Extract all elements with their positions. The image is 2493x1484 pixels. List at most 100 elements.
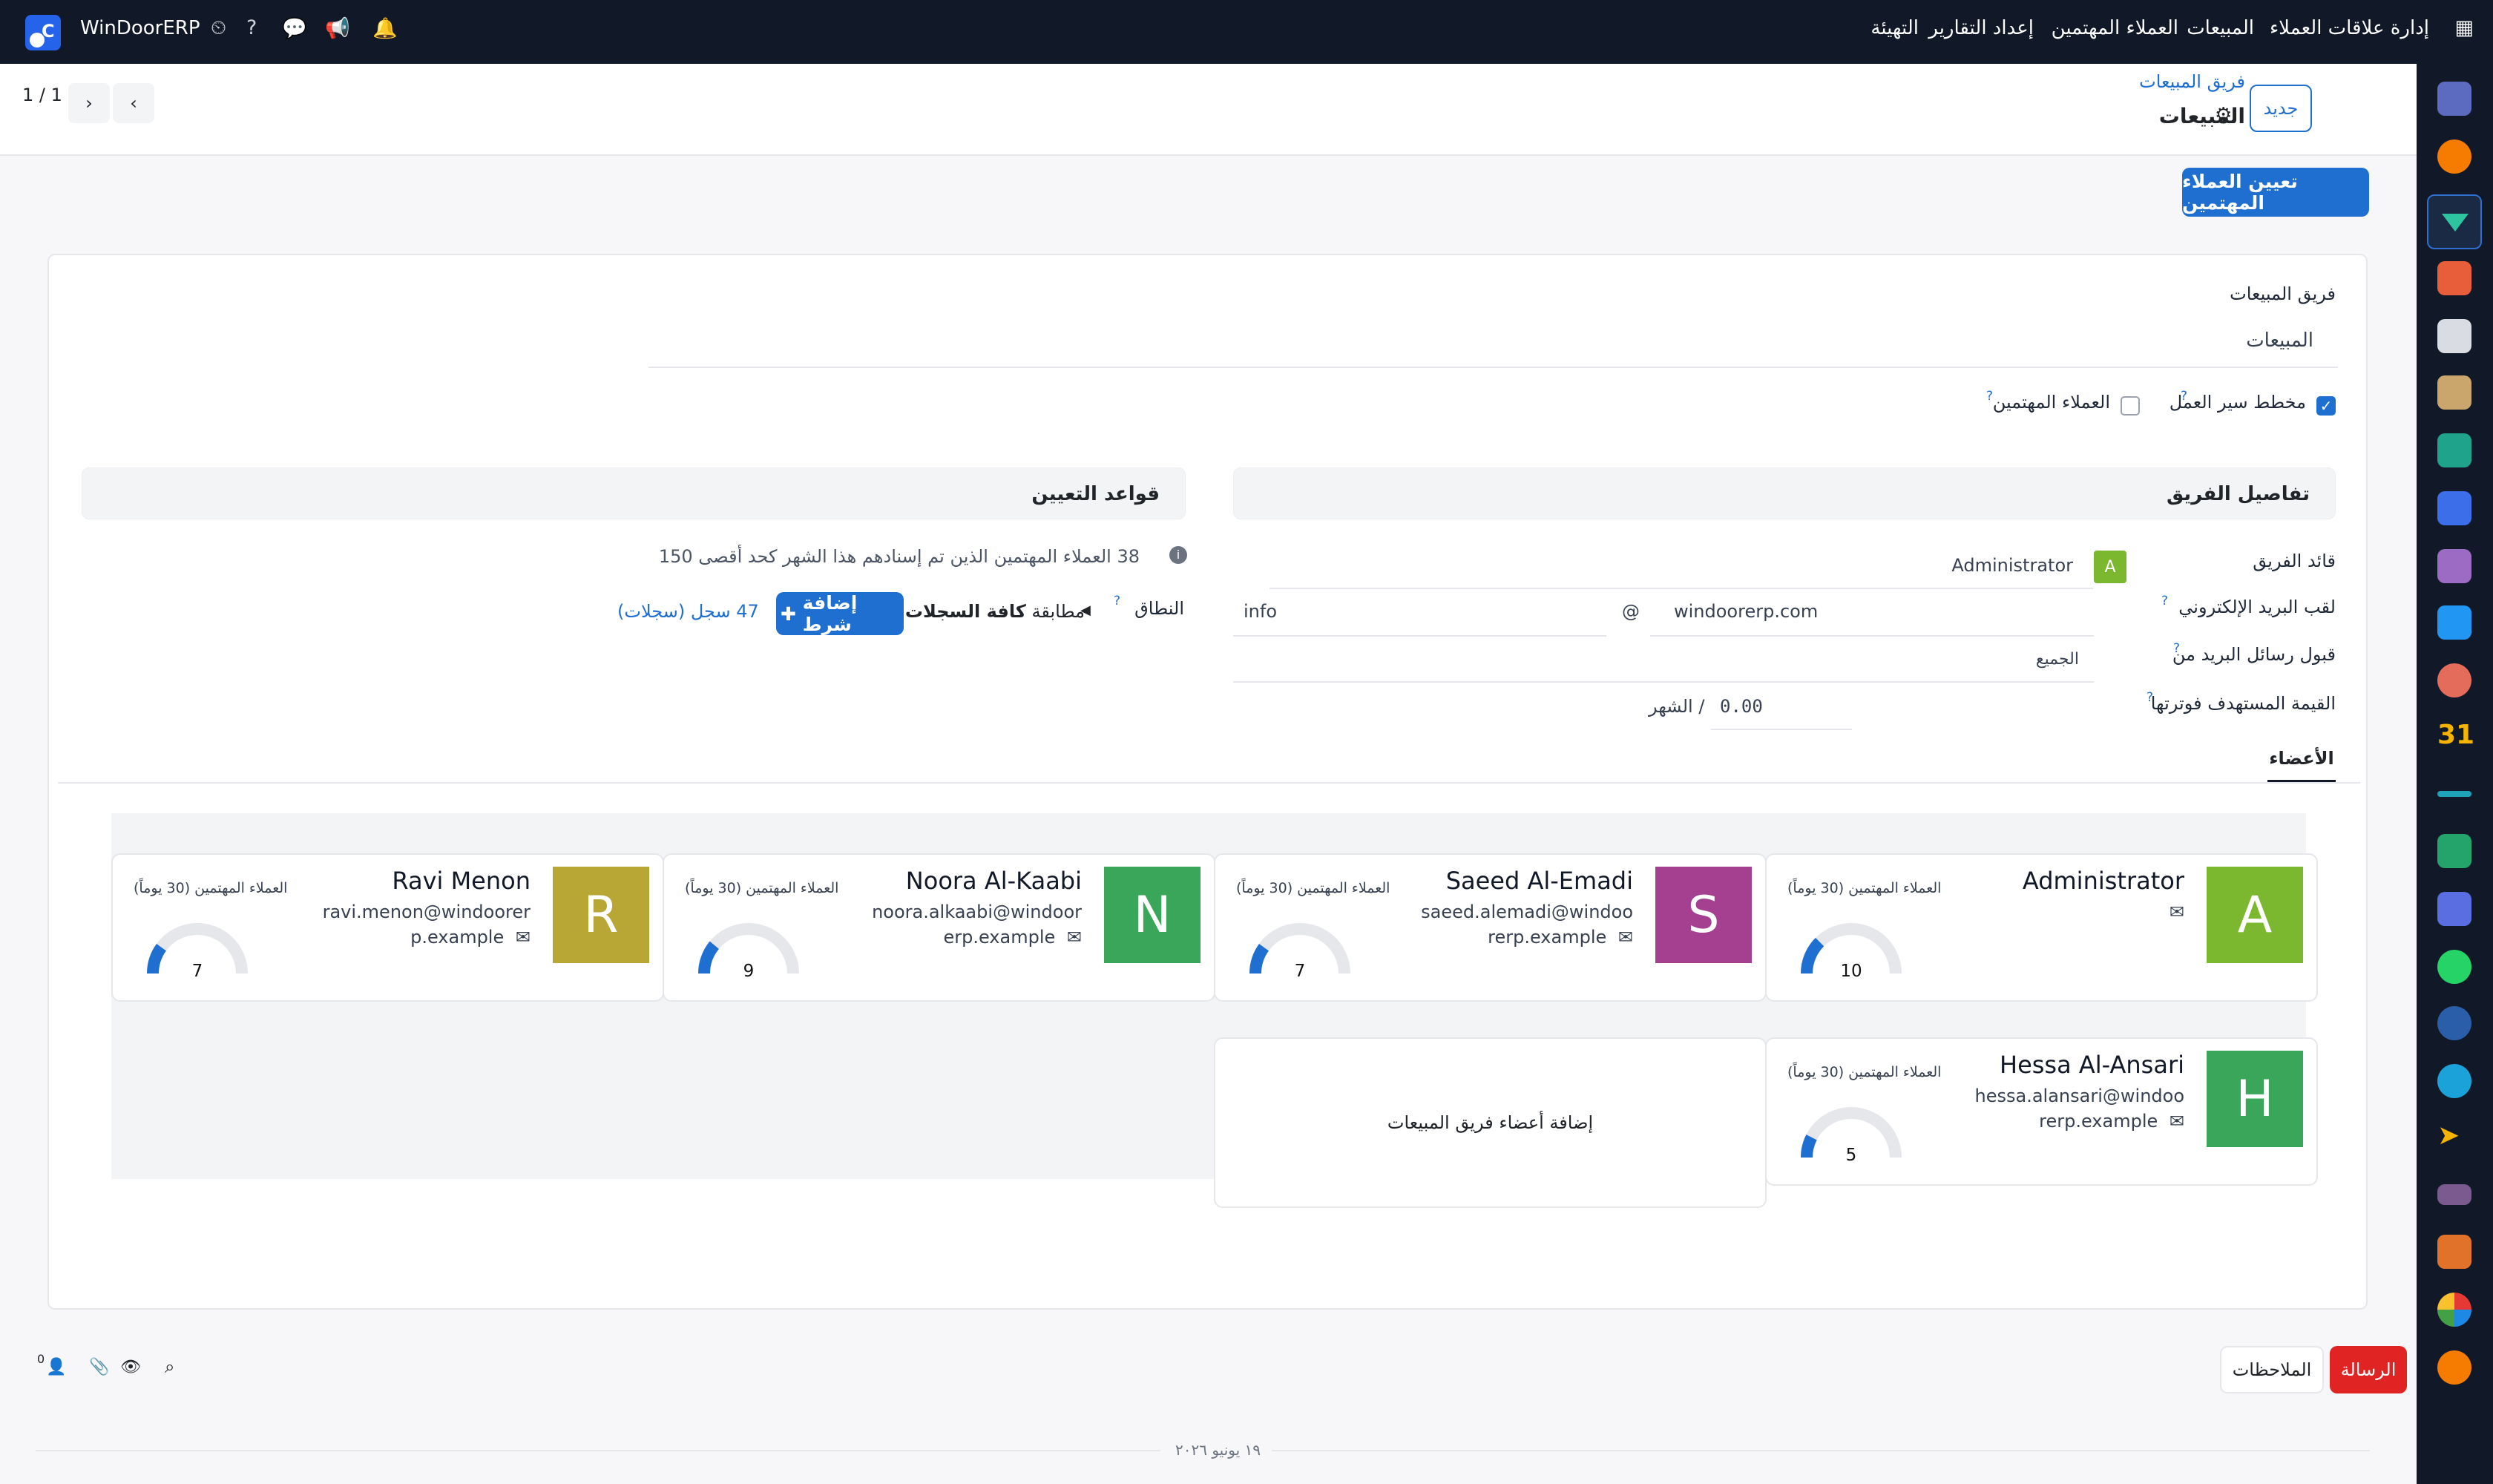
followers-count: 0 [37, 1352, 45, 1366]
paperclip-icon[interactable]: 📎 [89, 1358, 109, 1376]
apps-sidebar: 31 ➤ [2417, 64, 2493, 1484]
product-app-icon[interactable] [2437, 549, 2471, 583]
add-member-label: إضافة أعضاء فريق المبيعات [1387, 1112, 1594, 1133]
member-avatar: H [2207, 1051, 2303, 1147]
member-email: hessa.alansari@windoorerp.example ✉ [1974, 1086, 2184, 1132]
contacts-app-icon[interactable] [2437, 375, 2471, 410]
leader-avatar: A [2094, 551, 2126, 583]
alias-name-underline [1233, 635, 1606, 637]
dashboard-app-icon[interactable] [2437, 892, 2471, 926]
bell-icon[interactable]: 🔔 [372, 16, 398, 40]
member-card[interactable]: R Ravi Menon ravi.menon@windoorerp.examp… [111, 853, 664, 1002]
pie-app-icon[interactable] [2437, 1293, 2471, 1327]
assignment-rules-title: قواعد التعيين [1031, 483, 1160, 505]
team-name-input[interactable]: المبيعات [2246, 329, 2313, 352]
accept-label: قبول رسائل البريد من [2172, 644, 2336, 665]
member-card[interactable]: H Hessa Al-Ansari hessa.alansari@windoor… [1765, 1037, 2318, 1186]
menu-leads[interactable]: العملاء المهتمين [2052, 17, 2178, 39]
employees-app-icon[interactable] [2437, 663, 2471, 697]
target-underline [1711, 729, 1852, 730]
leads-30d-label: العملاء المهتمين (30 يوماً) [1787, 1064, 1942, 1080]
envelope-icon: ✉ [1066, 927, 1082, 948]
crm-app-icon[interactable] [2427, 194, 2482, 249]
leads-count: 10 [1840, 962, 1862, 981]
member-name: Administrator [2022, 867, 2184, 895]
assign-leads-button[interactable]: تعيين العملاء المهتمين [2182, 168, 2369, 217]
pipeline-checkbox[interactable]: ✓ [2316, 396, 2336, 416]
team-name-underline [648, 367, 2338, 368]
discuss-app-icon[interactable] [2437, 139, 2471, 174]
brand-name[interactable]: WinDoorERP [80, 17, 200, 39]
add-member-card[interactable]: إضافة أعضاء فريق المبيعات [1214, 1037, 1767, 1208]
whatsapp-app-icon[interactable] [2437, 950, 2471, 984]
gear-icon[interactable]: ⚙ [2215, 104, 2232, 126]
member-card[interactable]: N Noora Al-Kaabi noora.alkaabi@windoorer… [663, 853, 1215, 1002]
send-message-button[interactable]: الرسالة [2330, 1346, 2407, 1393]
reports-app-icon[interactable] [2437, 261, 2471, 295]
megaphone-icon[interactable]: 📢 [325, 16, 350, 40]
member-name: Saeed Al-Emadi [1445, 867, 1633, 895]
followers-icon[interactable]: 👤 [46, 1358, 66, 1376]
sign-app-icon[interactable] [2437, 791, 2471, 797]
clock-icon[interactable]: ⏲ [211, 16, 226, 40]
invoice-app-icon[interactable] [2437, 605, 2471, 640]
hex-app-icon[interactable] [2437, 1350, 2471, 1385]
timesheet-app-icon[interactable] [2437, 834, 2471, 868]
clock-app-icon[interactable] [2437, 1006, 2471, 1040]
wave-app-icon[interactable] [2437, 1064, 2471, 1098]
menu-configuration[interactable]: التهيئة [1870, 17, 1919, 39]
caret-left-icon[interactable]: ◀ [1080, 603, 1091, 618]
telegram-app-icon[interactable]: ➤ [2437, 1120, 2471, 1155]
alias-domain[interactable]: windoorerp.com [1674, 601, 1818, 622]
alias-name[interactable]: info [1244, 601, 1277, 622]
app-name[interactable]: إدارة علاقات العملاء [2270, 17, 2429, 39]
alias-help-icon: ? [2161, 594, 2168, 608]
new-button[interactable]: جديد [2250, 85, 2312, 132]
leads-checkbox[interactable] [2121, 396, 2140, 416]
notes-app-icon[interactable] [2437, 1184, 2471, 1205]
member-email: ravi.menon@windoorerp.example ✉ [322, 902, 531, 948]
leader-input[interactable]: Administrator [1951, 555, 2073, 576]
apps-grid-icon[interactable]: ▦ [2454, 16, 2474, 39]
envelope-icon: ✉ [2169, 1111, 2184, 1132]
pager-prev-icon[interactable]: ‹ [113, 83, 154, 123]
pipeline-label: مخطط سير العمل [2169, 392, 2306, 413]
accept-input[interactable]: الجميع [2036, 650, 2079, 669]
calendar-app-icon[interactable]: 31 [2437, 720, 2474, 754]
leader-label: قائد الفريق [2253, 551, 2336, 571]
brand-logo[interactable]: C [25, 15, 61, 50]
top-navbar: C WinDoorERP ⏲ ? 💬 📢 🔔 التهيئة إعداد الت… [0, 0, 2493, 64]
member-email: ✉ [1969, 899, 2184, 925]
pager-next-icon[interactable]: › [68, 83, 110, 123]
tasks-app-icon[interactable] [2437, 433, 2471, 467]
breadcrumb-parent[interactable]: فريق المبيعات [2139, 71, 2245, 92]
add-condition-button[interactable]: ✚ إضافة شرط [776, 592, 904, 635]
leader-underline [1270, 588, 2093, 589]
plus-icon: ✚ [781, 603, 796, 625]
member-email: noora.alkaabi@windoorerp.example ✉ [872, 902, 1082, 948]
member-card[interactable]: S Saeed Al-Emadi saeed.alemadi@windoorer… [1214, 853, 1767, 1002]
records-link[interactable]: 47 سجل (سجلات) [617, 601, 759, 622]
log-note-button[interactable]: الملاحظات [2220, 1346, 2324, 1393]
chat-icon[interactable]: 💬 [282, 16, 307, 40]
member-avatar: R [553, 867, 649, 963]
knowledge-app-icon[interactable] [2437, 491, 2471, 525]
alias-domain-underline [1650, 635, 2094, 637]
help-icon[interactable]: ? [246, 16, 257, 39]
domain-label: النطاق [1134, 598, 1184, 619]
search-icon[interactable]: ⌕ [165, 1356, 174, 1377]
mail-app-icon[interactable] [2437, 82, 2471, 116]
form-sheet: فريق المبيعات المبيعات ✓ مخطط سير العمل … [47, 254, 2368, 1310]
member-card[interactable]: A Administrator ✉ العملاء المهتمين (30 ي… [1765, 853, 2318, 1002]
member-email: saeed.alemadi@windoorerp.example ✉ [1421, 902, 1633, 948]
cube-app-icon[interactable] [2437, 1235, 2471, 1269]
assign-leads-label: تعيين العملاء المهتمين [2182, 171, 2298, 214]
leads-count: 9 [743, 962, 755, 981]
tab-members[interactable]: الأعضاء [2267, 748, 2336, 782]
inventory-app-icon[interactable] [2437, 319, 2471, 353]
menu-reporting[interactable]: إعداد التقارير [1928, 17, 2034, 39]
eye-icon[interactable]: 👁 [120, 1358, 141, 1376]
menu-sales[interactable]: المبيعات [2187, 17, 2254, 39]
pager-value[interactable]: 1 / 1 [22, 85, 62, 105]
target-input[interactable]: 0.00 [1720, 696, 1763, 717]
